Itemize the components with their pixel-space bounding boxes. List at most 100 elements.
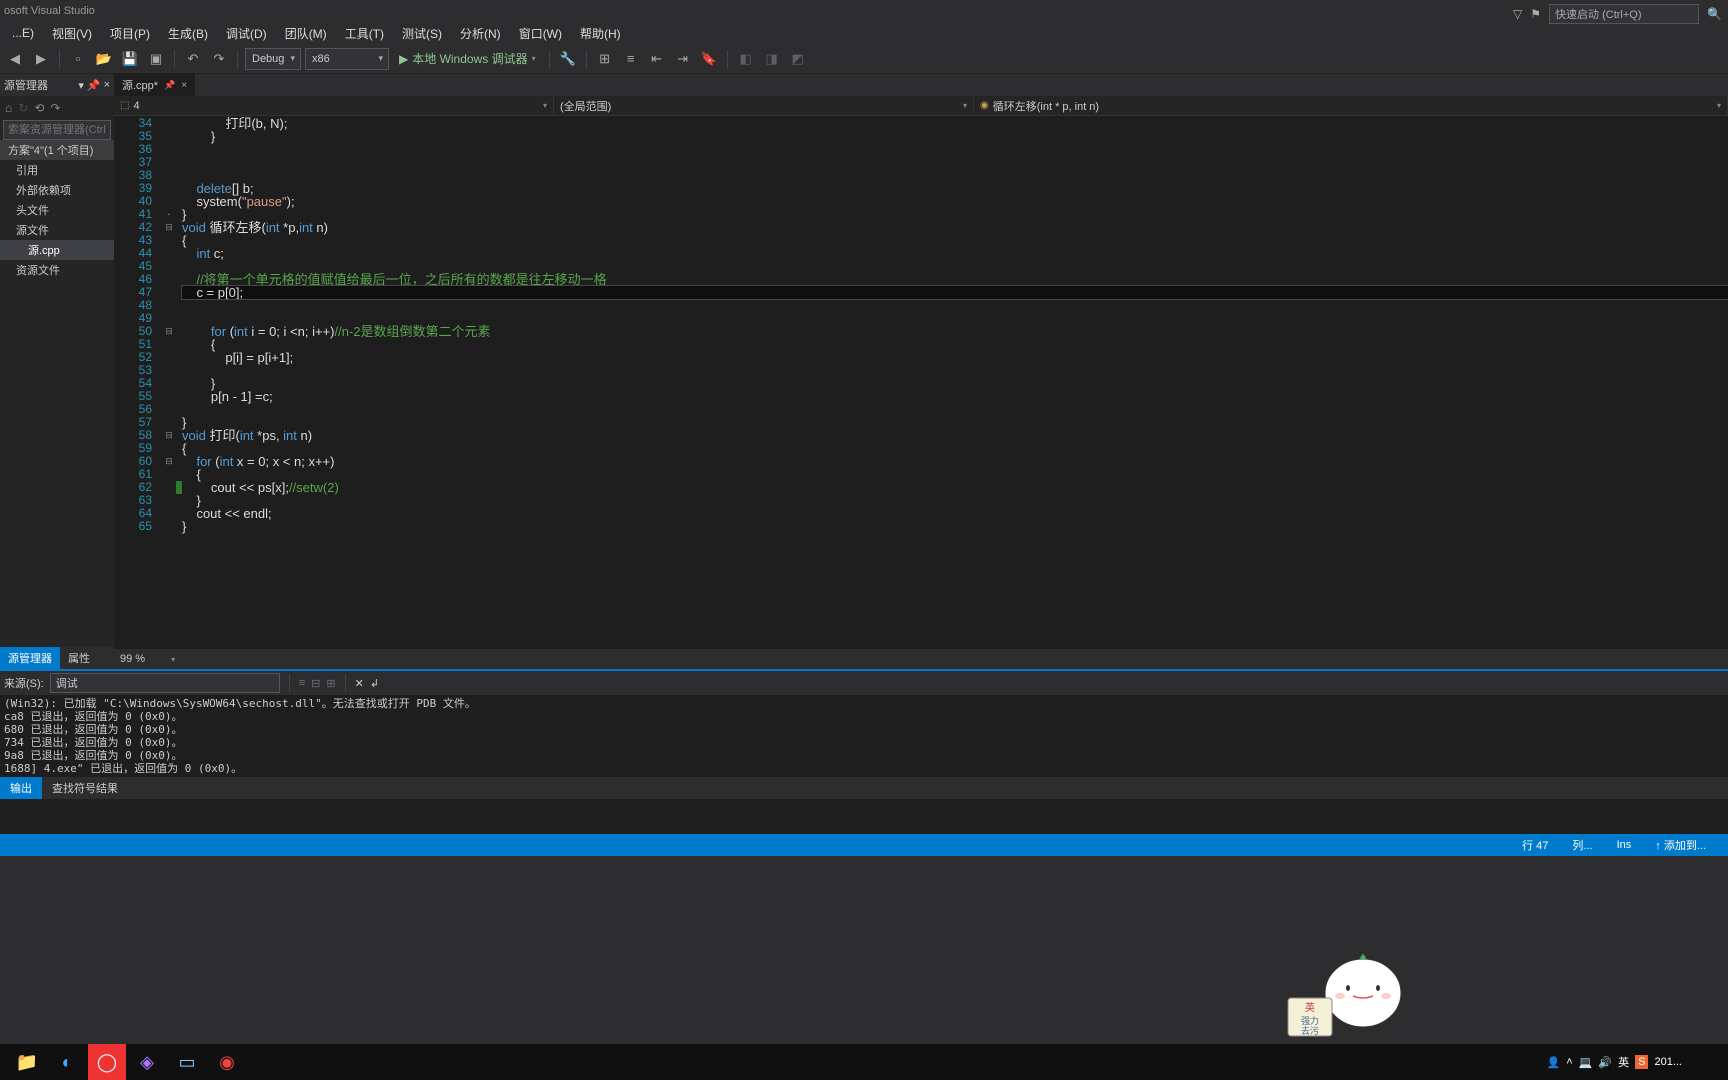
quick-launch-input[interactable]: 快速启动 (Ctrl+Q) [1549, 4, 1699, 24]
system-tray[interactable]: 👤 ˄ 💻 🔊 英 S 201... [1547, 1054, 1682, 1070]
task-rec-icon[interactable]: ◉ [208, 1044, 246, 1080]
status-ins: Ins [1617, 839, 1632, 851]
feedback-icon[interactable]: ⚑ [1530, 7, 1541, 21]
tool-icon-7[interactable]: ◨ [761, 48, 783, 70]
menu-window[interactable]: 窗口(W) [511, 23, 570, 44]
out-wrap-icon[interactable]: ↲ [370, 677, 379, 690]
menu-team[interactable]: 团队(M) [277, 23, 335, 44]
home-icon[interactable]: ⌂ [3, 101, 14, 115]
titlebar: osoft Visual Studio [0, 0, 1728, 22]
task-note-icon[interactable]: ▭ [168, 1044, 206, 1080]
out-icon-3[interactable]: ⊞ [326, 677, 335, 690]
nav-scope2[interactable]: (全局范围)▾ [554, 96, 974, 115]
tab-properties[interactable]: 属性 [60, 647, 98, 669]
fold-column[interactable]: -⊟⊟⊟⊟ [162, 116, 176, 649]
output-text[interactable]: (Win32): 已加载 "C:\Windows\SysWOW64\sechos… [0, 695, 1728, 777]
toolbar: ◀ ▶ ▫ 📂 💾 ▣ ↶ ↷ Debug x86 ▶ 本地 Windows 调… [0, 44, 1728, 74]
menu-debug[interactable]: 调试(D) [218, 23, 275, 44]
tool-icon-8[interactable]: ◩ [787, 48, 809, 70]
refs-node[interactable]: 引用 [0, 160, 114, 180]
tray-net-icon[interactable]: 💻 [1579, 1056, 1593, 1069]
side-more-icon[interactable]: ↷ [48, 101, 62, 115]
notify-icon[interactable]: ▽ [1513, 7, 1522, 21]
tool-icon-4[interactable]: ⇤ [646, 48, 668, 70]
open-icon[interactable]: 📂 [93, 48, 115, 70]
tray-people-icon[interactable]: 👤 [1547, 1056, 1561, 1069]
nav-fwd-icon[interactable]: ▶ [30, 48, 52, 70]
editor-tabstrip: 源.cpp* 📌 × [114, 74, 1728, 96]
tool-icon-5[interactable]: ⇥ [672, 48, 694, 70]
tab-findsymbol[interactable]: 查找符号结果 [42, 777, 128, 799]
tray-sogou-icon[interactable]: S [1635, 1055, 1648, 1069]
code-text[interactable]: 打印(b, N); } delete[] b; system("pause");… [182, 116, 1728, 649]
status-line: 行 47 [1522, 837, 1548, 853]
config-dropdown[interactable]: Debug [245, 48, 301, 70]
save-icon[interactable]: 💾 [119, 48, 141, 70]
start-debug-button[interactable]: ▶ 本地 Windows 调试器 ▾ [393, 50, 542, 67]
menu-view[interactable]: 视图(V) [44, 23, 100, 44]
extern-node[interactable]: 外部依赖项 [0, 180, 114, 200]
tray-a-icon[interactable]: 🔊 [1598, 1056, 1612, 1069]
source-file-node[interactable]: 源.cpp [0, 240, 114, 260]
svg-text:去污: 去污 [1301, 1025, 1319, 1036]
out-icon-2[interactable]: ⊟ [311, 677, 320, 690]
nav-back-icon[interactable]: ◀ [4, 48, 26, 70]
file-tab[interactable]: 源.cpp* 📌 × [114, 73, 195, 96]
menu-tools[interactable]: 工具(T) [337, 23, 392, 44]
task-app-icon[interactable]: ◯ [88, 1044, 126, 1080]
output-source-label: 来源(S): [4, 675, 44, 691]
side-tabs: 源管理器 属性 [0, 647, 114, 669]
tool-icon-1[interactable]: 🔧 [557, 48, 579, 70]
menu-build[interactable]: 生成(B) [160, 23, 216, 44]
menu-file[interactable]: ...E) [4, 24, 42, 42]
pin-icon[interactable]: 📌 [87, 79, 101, 92]
menu-test[interactable]: 测试(S) [394, 23, 450, 44]
tool-icon-3[interactable]: ≡ [620, 48, 642, 70]
menu-analyze[interactable]: 分析(N) [452, 23, 509, 44]
output-header: 来源(S): 调试 ≡ ⊟ ⊞ ✕ ↲ [0, 671, 1728, 695]
status-add[interactable]: ↑ 添加到... [1655, 837, 1706, 853]
headers-node[interactable]: 头文件 [0, 200, 114, 220]
app-title: osoft Visual Studio [4, 5, 95, 17]
close-panel-icon[interactable]: × [104, 79, 110, 92]
solution-search-input[interactable] [3, 120, 111, 140]
output-tabs: 输出 查找符号结果 [0, 777, 1728, 799]
platform-dropdown[interactable]: x86 [305, 48, 389, 70]
menu-help[interactable]: 帮助(H) [572, 23, 629, 44]
new-icon[interactable]: ▫ [67, 48, 89, 70]
resources-node[interactable]: 资源文件 [0, 260, 114, 280]
out-clear-icon[interactable]: ✕ [355, 677, 364, 690]
output-source-dropdown[interactable]: 调试 [50, 673, 280, 693]
out-icon-1[interactable]: ≡ [299, 677, 305, 689]
nav-scope1[interactable]: ⬚4▾ [114, 96, 554, 115]
search-icon[interactable]: 🔍 [1707, 7, 1722, 21]
tool-icon-2[interactable]: ⊞ [594, 48, 616, 70]
svg-text:强力: 强力 [1301, 1015, 1319, 1026]
side-sync-icon[interactable]: ⟲ [32, 101, 46, 115]
side-refresh-icon[interactable]: ↻ [16, 101, 30, 115]
task-qq-icon[interactable]: ◐ [48, 1044, 86, 1080]
windows-taskbar: 📁 ◐ ◯ ◈ ▭ ◉ 👤 ˄ 💻 🔊 英 S 201... [0, 1044, 1728, 1080]
tray-lang[interactable]: 英 [1618, 1054, 1629, 1070]
tray-chevron-icon[interactable]: ˄ [1566, 1056, 1572, 1068]
bookmark-icon[interactable]: 🔖 [698, 48, 720, 70]
tray-time[interactable]: 201... [1654, 1056, 1682, 1068]
dropdown-icon[interactable]: ▾ [78, 79, 84, 92]
undo-icon[interactable]: ↶ [182, 48, 204, 70]
task-folder-icon[interactable]: 📁 [8, 1044, 46, 1080]
redo-icon[interactable]: ↷ [208, 48, 230, 70]
solution-node[interactable]: 方案"4"(1 个项目) [0, 140, 114, 160]
close-tab-icon[interactable]: × [181, 80, 187, 91]
menu-project[interactable]: 项目(P) [102, 23, 158, 44]
code-area[interactable]: 3435363738394041424344454647484950515253… [114, 116, 1728, 649]
svg-text:英: 英 [1305, 1001, 1315, 1014]
saveall-icon[interactable]: ▣ [145, 48, 167, 70]
tool-icon-6[interactable]: ◧ [735, 48, 757, 70]
zoom-indicator[interactable]: 99 %▾ [114, 649, 1728, 669]
nav-scope3[interactable]: ◉循环左移(int * p, int n)▾ [974, 96, 1728, 115]
tab-explorer[interactable]: 源管理器 [0, 647, 60, 669]
task-vs-icon[interactable]: ◈ [128, 1044, 166, 1080]
sources-node[interactable]: 源文件 [0, 220, 114, 240]
tab-output[interactable]: 输出 [0, 777, 42, 799]
pin-tab-icon[interactable]: 📌 [164, 80, 175, 91]
